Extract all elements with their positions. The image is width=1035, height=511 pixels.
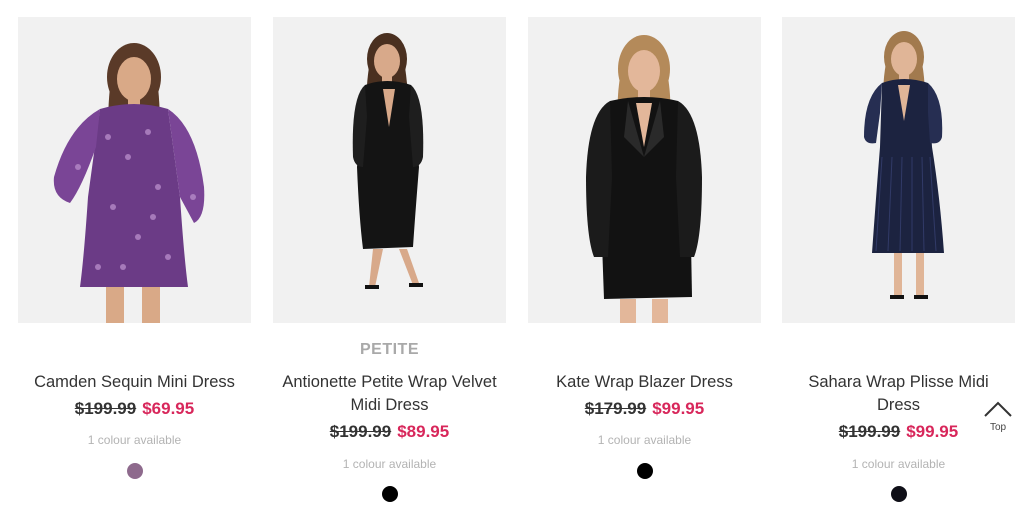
- original-price: $199.99: [838, 422, 901, 441]
- colour-swatch[interactable]: [891, 486, 907, 502]
- product-card[interactable]: Kate Wrap Blazer Dress $179.99 $99.95 1 c…: [528, 17, 761, 511]
- sale-price: $69.95: [142, 399, 195, 418]
- colour-swatch[interactable]: [382, 486, 398, 502]
- colour-count: 1 colour available: [597, 433, 692, 447]
- original-price: $199.99: [74, 399, 137, 418]
- product-prices: $179.99 $99.95: [528, 399, 761, 419]
- colour-swatch[interactable]: [637, 463, 653, 479]
- product-badge: PETITE: [359, 341, 419, 358]
- sale-price: $99.95: [906, 422, 959, 441]
- product-card[interactable]: Camden Sequin Mini Dress $199.99 $69.95 1…: [18, 17, 251, 511]
- product-prices: $199.99 $89.95: [273, 422, 506, 442]
- product-prices: $199.99 $69.95: [18, 399, 251, 419]
- product-image[interactable]: [782, 17, 1015, 323]
- colour-swatch[interactable]: [127, 463, 143, 479]
- sale-price: $89.95: [397, 422, 450, 441]
- original-price: $179.99: [584, 399, 647, 418]
- original-price: $199.99: [329, 422, 392, 441]
- product-card[interactable]: PETITE Antionette Petite Wrap Velvet Mid…: [273, 17, 506, 511]
- colour-count: 1 colour available: [87, 433, 182, 447]
- colour-count: 1 colour available: [851, 457, 946, 471]
- product-name[interactable]: Kate Wrap Blazer Dress: [528, 371, 761, 394]
- back-to-top-label: Top: [989, 422, 1007, 433]
- sale-price: $99.95: [652, 399, 705, 418]
- back-to-top-button[interactable]: Top: [981, 398, 1015, 438]
- product-name[interactable]: Camden Sequin Mini Dress: [18, 371, 251, 394]
- product-image[interactable]: [18, 17, 251, 323]
- chevron-up-icon: [984, 401, 1012, 417]
- product-image[interactable]: [273, 17, 506, 323]
- product-name[interactable]: Antionette Petite Wrap Velvet Midi Dress: [273, 371, 506, 417]
- product-image[interactable]: [528, 17, 761, 323]
- colour-count: 1 colour available: [342, 457, 437, 471]
